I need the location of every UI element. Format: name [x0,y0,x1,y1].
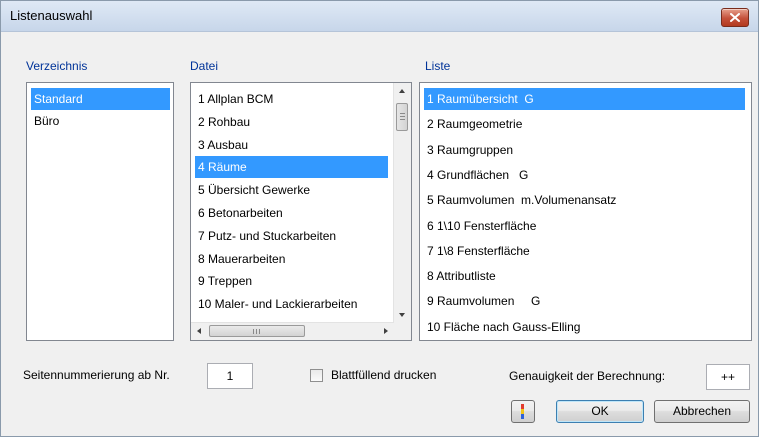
datei-vertical-scrollbar[interactable] [393,83,411,323]
liste-list-item[interactable]: 3 Raumgruppen [424,139,745,161]
scroll-corner [394,323,411,340]
color-button[interactable] [511,400,535,423]
liste-list-item[interactable]: 5 Raumvolumen m.Volumenansatz [424,189,745,211]
datei-list-item[interactable]: 3 Ausbau [195,134,388,156]
liste-list-item[interactable]: 8 Attributliste [424,265,745,287]
scroll-down-arrow-icon[interactable] [399,313,405,317]
ok-button[interactable]: OK [556,400,644,423]
verzeichnis-label: Verzeichnis [26,59,88,73]
datei-horizontal-scroll-thumb[interactable] [209,325,305,337]
datei-list-item[interactable]: 2 Rohbau [195,111,388,133]
scroll-left-arrow-icon[interactable] [197,328,201,334]
datei-list-item[interactable]: 9 Treppen [195,270,388,292]
close-icon [730,13,740,22]
liste-list-item[interactable]: 9 Raumvolumen G [424,290,745,312]
datei-list-item[interactable]: 4 Räume [195,156,388,179]
liste-listbox[interactable]: 1 Raumübersicht G 2 Raumgeometrie 3 Raumgr… [419,82,752,341]
precision-input[interactable]: ++ [706,364,750,390]
dialog-title: Listenauswahl [10,8,93,23]
list-selection-dialog: Listenauswahl Verzeichnis Standard Büro D… [0,0,759,437]
liste-list-item[interactable]: 6 1\10 Fensterfläche [424,215,745,237]
liste-list-item[interactable]: 10 Fläche nach Gauss-Elling [424,316,745,338]
color-palette-icon [521,404,524,419]
precision-label: Genauigkeit der Berechnung: [509,369,666,383]
scroll-up-arrow-icon[interactable] [399,89,405,93]
datei-listbox[interactable]: 1 Allplan BCM 2 Rohbau 3 Ausbau 4 Räume 5 Üb… [190,82,412,341]
datei-list-item[interactable]: 1 Allplan BCM [195,88,388,110]
datei-list-item[interactable]: 7 Putz- und Stuckarbeiten [195,225,388,247]
datei-horizontal-scrollbar[interactable] [191,322,394,340]
liste-list-item[interactable]: 1 Raumübersicht G [424,88,745,110]
title-bar: Listenauswahl [1,1,758,32]
datei-label: Datei [190,59,219,73]
datei-vertical-scroll-thumb[interactable] [396,103,408,131]
page-numbering-label: Seitennummerierung ab Nr. [23,368,170,382]
fill-page-label: Blattfüllend drucken [331,368,437,382]
fill-page-checkbox[interactable] [310,369,323,382]
verzeichnis-list-item[interactable]: Büro [31,110,170,132]
datei-list-item[interactable]: 6 Betonarbeiten [195,202,388,224]
datei-list-item[interactable]: 10 Maler- und Lackierarbeiten [195,293,388,315]
datei-list-item[interactable]: 5 Übersicht Gewerke [195,179,388,201]
verzeichnis-list-item[interactable]: Standard [31,88,170,110]
verzeichnis-listbox[interactable]: Standard Büro [26,82,174,341]
cancel-button[interactable]: Abbrechen [654,400,750,423]
liste-list-item[interactable]: 4 Grundflächen G [424,164,745,186]
liste-list-item[interactable]: 2 Raumgeometrie [424,113,745,135]
close-button[interactable] [721,8,749,27]
page-numbering-input[interactable]: 1 [207,363,253,389]
liste-label: Liste [425,59,451,73]
liste-list-item[interactable]: 7 1\8 Fensterfläche [424,240,745,262]
scroll-right-arrow-icon[interactable] [384,328,388,334]
datei-list-item[interactable]: 8 Mauerarbeiten [195,248,388,270]
